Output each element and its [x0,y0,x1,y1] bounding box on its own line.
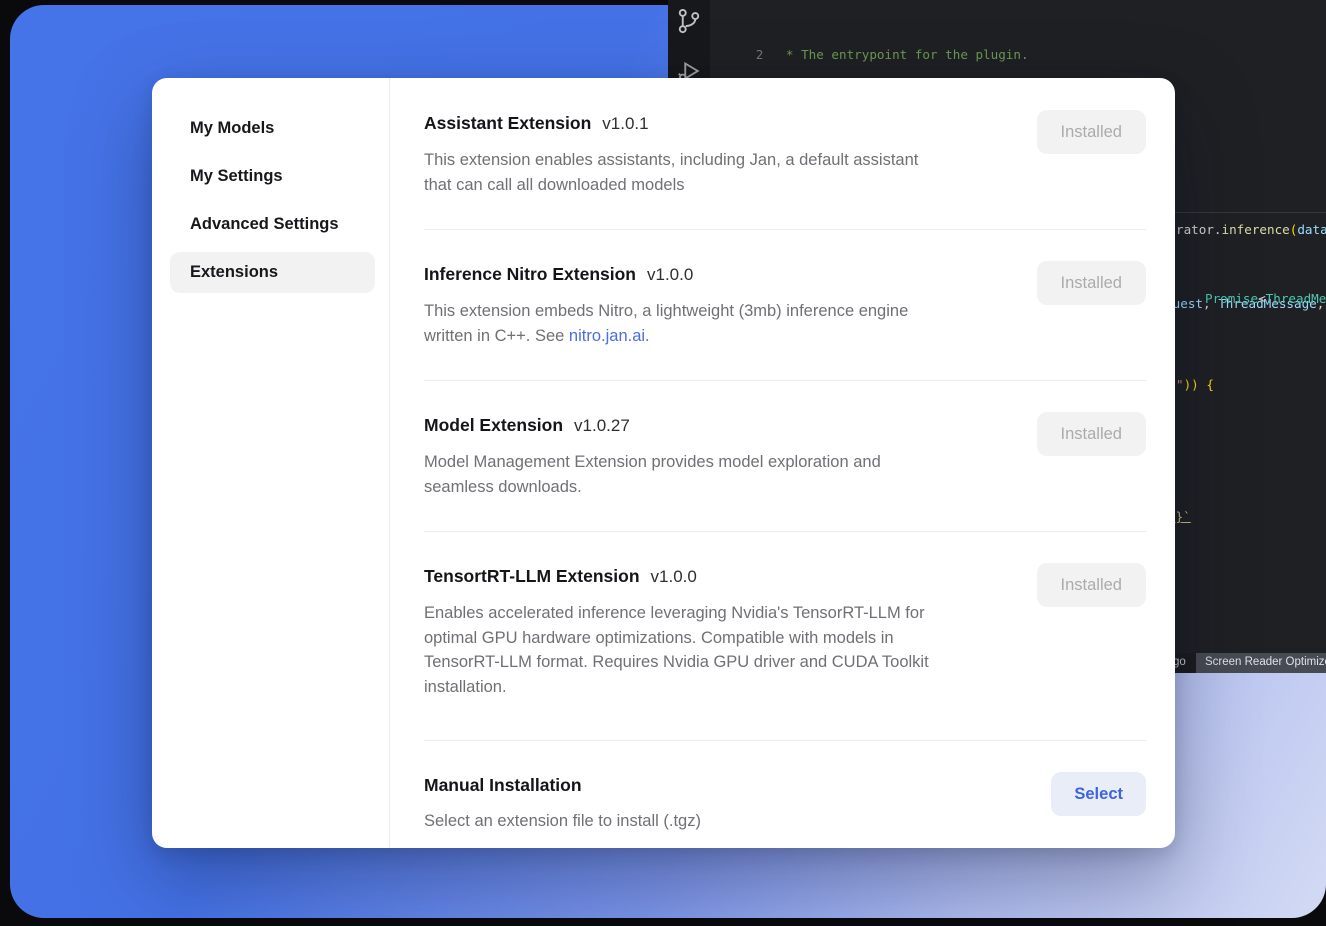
extension-description: Model Management Extension provides mode… [424,450,1014,499]
code-line: 2 * The entrypoint for the plugin. [710,29,1326,46]
extensions-list: Assistant Extension v1.0.1 This extensio… [390,78,1175,848]
installed-button[interactable]: Installed [1037,412,1146,456]
extension-version: v1.0.27 [574,414,630,438]
code-token: data [1297,222,1326,237]
extension-row: Model Extension v1.0.27 Model Management… [424,381,1146,532]
sidebar-item-label: Advanced Settings [190,215,339,233]
code-token: " [1176,377,1184,392]
editor-divider [1166,212,1326,213]
extension-title: Model Extension [424,413,563,437]
extension-description: Enables accelerated inference leveraging… [424,601,1014,699]
extension-title: Manual Installation [424,773,582,797]
settings-sidebar: My Models My Settings Advanced Settings … [152,78,390,848]
screenshot-canvas: 2 * The entrypoint for the plugin. 3 */ … [0,0,1326,926]
extension-row: Assistant Extension v1.0.1 This extensio… [424,111,1146,230]
sidebar-item-label: Extensions [190,263,278,281]
code-text: * The entrypoint for the plugin. [778,47,1028,62]
code-token: * The entrypoint for the plugin. [778,47,1028,62]
code-token: inference [1222,222,1290,237]
screen-reader-status[interactable]: Screen Reader Optimized [1196,653,1326,673]
code-token: )) { [1184,377,1214,392]
code-token: rator. [1176,222,1222,237]
sidebar-item-label: My Models [190,119,274,137]
code-token: ThreadMessage [1266,291,1326,306]
sidebar-item-advanced-settings[interactable]: Advanced Settings [170,204,375,245]
code-fragment: ")) { [1176,377,1214,392]
installed-button[interactable]: Installed [1037,563,1146,607]
extension-title-line: Model Extension v1.0.27 [424,413,1037,438]
sidebar-item-my-models[interactable]: My Models [170,108,375,149]
installed-button[interactable]: Installed [1037,110,1146,154]
extension-row: Manual Installation Select an extension … [424,741,1146,848]
nitro-jan-ai-link[interactable]: nitro.jan.ai. [569,327,650,345]
select-button[interactable]: Select [1051,772,1146,816]
extension-row: Inference Nitro Extension v1.0.0 This ex… [424,230,1146,381]
settings-modal: My Models My Settings Advanced Settings … [152,78,1175,848]
extension-version: v1.0.0 [647,263,693,287]
code-fragment: rator.inference(data)); [1176,222,1326,237]
extension-row-main: Assistant Extension v1.0.1 This extensio… [424,111,1037,197]
extension-row-main: TensortRT-LLM Extension v1.0.0 Enables a… [424,564,1037,699]
extension-row-main: Model Extension v1.0.27 Model Management… [424,413,1037,499]
extension-title: Inference Nitro Extension [424,262,636,286]
screen-reader-status-label: Screen Reader Optimized [1205,656,1326,668]
installed-button[interactable]: Installed [1037,261,1146,305]
extension-version: v1.0.1 [602,112,648,136]
line-number: 2 [740,46,778,63]
sidebar-item-my-settings[interactable]: My Settings [170,156,375,197]
extension-description: Select an extension file to install (.tg… [424,809,1014,834]
extension-title: TensortRT-LLM Extension [424,564,640,588]
sidebar-item-label: My Settings [190,167,283,185]
extension-title: Assistant Extension [424,111,591,135]
extension-row-main: Inference Nitro Extension v1.0.0 This ex… [424,262,1037,348]
extension-description: This extension embeds Nitro, a lightweig… [424,299,1014,348]
extension-description: This extension enables assistants, inclu… [424,148,1014,197]
extension-version: v1.0.0 [651,565,697,589]
extension-title-line: Manual Installation [424,773,1051,797]
code-token: Promise [1205,291,1258,306]
code-fragment: Promise<ThreadMessage> [1205,291,1326,306]
code-token: < [1258,291,1266,306]
extension-title-line: Assistant Extension v1.0.1 [424,111,1037,136]
sidebar-item-extensions[interactable]: Extensions [170,252,375,293]
extension-row: TensortRT-LLM Extension v1.0.0 Enables a… [424,532,1146,741]
source-control-icon[interactable] [674,6,704,36]
extension-row-main: Manual Installation Select an extension … [424,773,1051,834]
extension-title-line: TensortRT-LLM Extension v1.0.0 [424,564,1037,589]
extension-title-line: Inference Nitro Extension v1.0.0 [424,262,1037,287]
